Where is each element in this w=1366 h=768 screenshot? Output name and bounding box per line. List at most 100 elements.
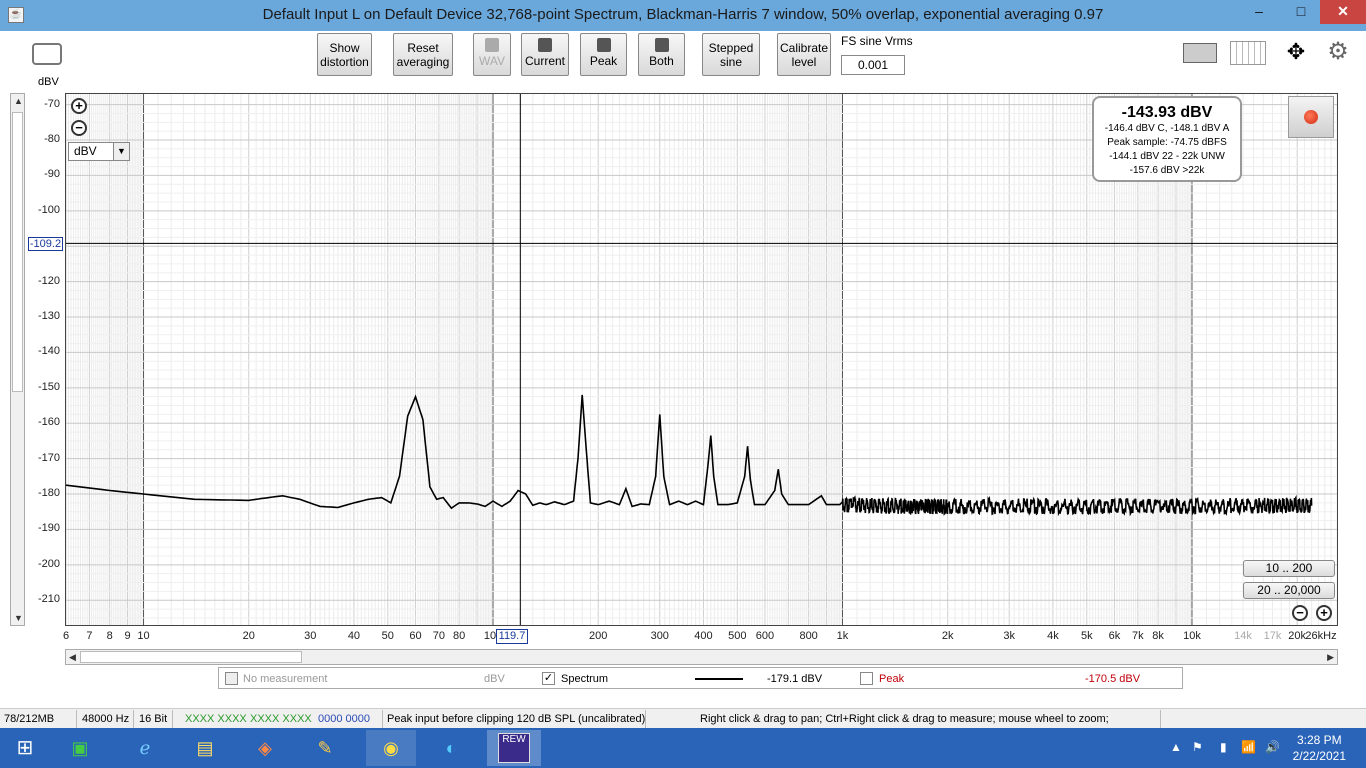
battery-icon[interactable]: ▮ xyxy=(1220,740,1227,754)
chrome-icon[interactable]: ◉ xyxy=(366,730,416,766)
legend-bar: No measurement dBV ✓ Spectrum -179.1 dBV… xyxy=(218,667,1183,689)
both-button[interactable]: Both xyxy=(638,33,685,76)
x-tick-label: 10 xyxy=(137,630,150,642)
horizontal-scrollbar[interactable]: ◀ ▶ xyxy=(65,649,1338,665)
vertical-scroll-thumb[interactable] xyxy=(12,112,23,392)
rew-taskbar-button[interactable]: REW xyxy=(487,730,541,766)
app2-icon[interactable]: ✎ xyxy=(305,730,345,766)
toolbar: Show distortion Reset averaging WAV Curr… xyxy=(0,31,1366,91)
current-label: Current xyxy=(524,54,565,68)
camera-icon[interactable] xyxy=(32,43,62,65)
peak-button[interactable]: Peak xyxy=(580,33,627,76)
close-button[interactable]: ✕ xyxy=(1320,0,1366,24)
wav-label: WAV xyxy=(479,54,505,68)
current-button[interactable]: Current xyxy=(521,33,569,76)
clock-date: 2/22/2021 xyxy=(1292,749,1346,763)
y-tick-label: -130 xyxy=(37,310,60,323)
unit-select-value: dBV xyxy=(74,144,97,158)
spectrum-value: -179.1 dBV xyxy=(767,673,823,685)
spectrum-trace xyxy=(65,394,1313,517)
network-icon[interactable]: 📶 xyxy=(1241,740,1256,754)
meter-digits: 0000 0000 xyxy=(318,713,370,725)
both-label: Both xyxy=(649,54,674,68)
no-measurement-label: No measurement xyxy=(243,673,328,685)
x-tick-label: 500 xyxy=(728,630,747,642)
sample-rate: 48000 Hz xyxy=(82,713,130,725)
y-tick-label: -100 xyxy=(37,203,60,216)
scroll-down-icon[interactable]: ▼ xyxy=(14,613,23,623)
columns-icon[interactable] xyxy=(1230,41,1266,65)
clock[interactable]: 3:28 PM 2/22/2021 xyxy=(1293,732,1346,764)
peak-label: Peak xyxy=(589,54,618,68)
edge-icon[interactable]: ◐ xyxy=(431,730,471,766)
window-title: Default Input L on Default Device 32,768… xyxy=(262,6,1104,23)
zoom-in-icon[interactable]: + xyxy=(71,98,87,114)
resize-icon[interactable] xyxy=(1183,43,1217,63)
save-icon xyxy=(654,38,669,52)
fs-sine-input[interactable]: 0.001 xyxy=(841,55,905,75)
windows-start-icon[interactable]: ⊞ xyxy=(5,730,45,766)
x-tick-label: 200 xyxy=(589,630,608,642)
file-explorer-icon[interactable]: ▤ xyxy=(185,730,225,766)
flag-icon[interactable]: ⚑ xyxy=(1192,740,1203,754)
x-tick-label: 3k xyxy=(1003,630,1016,642)
chevron-down-icon[interactable]: ▼ xyxy=(113,143,129,160)
x-tick-label: 30 xyxy=(304,630,317,642)
store-icon[interactable]: ▣ xyxy=(60,730,100,766)
range-20-20000-button[interactable]: 20 .. 20,000 xyxy=(1243,582,1335,599)
info-unweighted: -144.1 dBV 22 - 22k UNW xyxy=(1109,151,1225,162)
x-tick-label: 7k xyxy=(1132,630,1144,642)
y-tick-label: -200 xyxy=(37,557,60,570)
internet-explorer-icon[interactable]: ℯ xyxy=(125,730,165,766)
peak-legend-value: -170.5 dBV xyxy=(1085,673,1141,685)
x-tick-label: 26kHz xyxy=(1305,630,1337,642)
minimize-button[interactable]: – xyxy=(1244,0,1274,24)
spectrum-checkbox[interactable]: ✓ xyxy=(542,672,555,685)
horizontal-scroll-thumb[interactable] xyxy=(80,651,302,663)
scroll-right-icon[interactable]: ▶ xyxy=(1327,652,1334,663)
x-tick-label: 9 xyxy=(124,630,131,642)
cursor-y-readout: -109.2 xyxy=(28,237,63,251)
vertical-scrollbar[interactable]: ▲ ▼ xyxy=(10,93,25,626)
x-tick-label: 20k xyxy=(1288,630,1307,642)
reset-averaging-button[interactable]: Reset averaging xyxy=(393,33,453,76)
save-icon xyxy=(596,38,611,52)
range-10-200-button[interactable]: 10 .. 200 xyxy=(1243,560,1335,577)
x-tick-label: 4k xyxy=(1047,630,1059,642)
x-tick-label: 6 xyxy=(62,630,70,642)
scroll-left-icon[interactable]: ◀ xyxy=(69,652,76,663)
calibrate-level-button[interactable]: Calibrate level xyxy=(777,33,831,76)
zoom-out-icon[interactable]: − xyxy=(71,120,87,136)
y-tick-label: -170 xyxy=(37,451,60,464)
gear-icon[interactable]: ⚙ xyxy=(1325,39,1351,65)
y-tick-label: -140 xyxy=(37,345,60,358)
memory-usage: 78/212MB xyxy=(4,713,55,725)
y-tick-label: -120 xyxy=(37,274,60,287)
maximize-button[interactable]: □ xyxy=(1286,0,1316,24)
x-tick-label: 300 xyxy=(650,630,669,642)
show-distortion-button[interactable]: Show distortion xyxy=(317,33,372,76)
y-tick-label: -180 xyxy=(37,487,60,500)
peak-checkbox[interactable] xyxy=(860,672,873,685)
zoom-out-x-icon[interactable]: − xyxy=(1292,605,1308,621)
zoom-in-x-icon[interactable]: + xyxy=(1316,605,1332,621)
scroll-up-icon[interactable]: ▲ xyxy=(14,96,23,106)
x-tick-label: 10k xyxy=(1183,630,1201,642)
unit-select[interactable]: dBV ▼ xyxy=(68,142,130,161)
volume-icon[interactable]: 🔊 xyxy=(1265,740,1280,754)
y-tick-label: -70 xyxy=(44,97,60,110)
y-tick-label: -210 xyxy=(37,593,60,606)
record-button[interactable] xyxy=(1288,96,1334,138)
x-tick-label: 20 xyxy=(242,630,255,642)
move-icon[interactable]: ✥ xyxy=(1279,39,1313,65)
save-icon xyxy=(538,38,552,52)
wav-button[interactable]: WAV xyxy=(473,33,511,76)
y-tick-label: -80 xyxy=(44,133,60,146)
tray-chevron-icon[interactable]: ▲ xyxy=(1170,740,1182,754)
app-icon[interactable]: ◈ xyxy=(245,730,285,766)
no-measurement-checkbox[interactable] xyxy=(225,672,238,685)
x-tick-label: 17k xyxy=(1263,630,1282,642)
stepped-sine-button[interactable]: Stepped sine xyxy=(702,33,760,76)
x-tick-label: 60 xyxy=(409,630,422,642)
info-weighted: -146.4 dBV C, -148.1 dBV A xyxy=(1104,123,1230,134)
